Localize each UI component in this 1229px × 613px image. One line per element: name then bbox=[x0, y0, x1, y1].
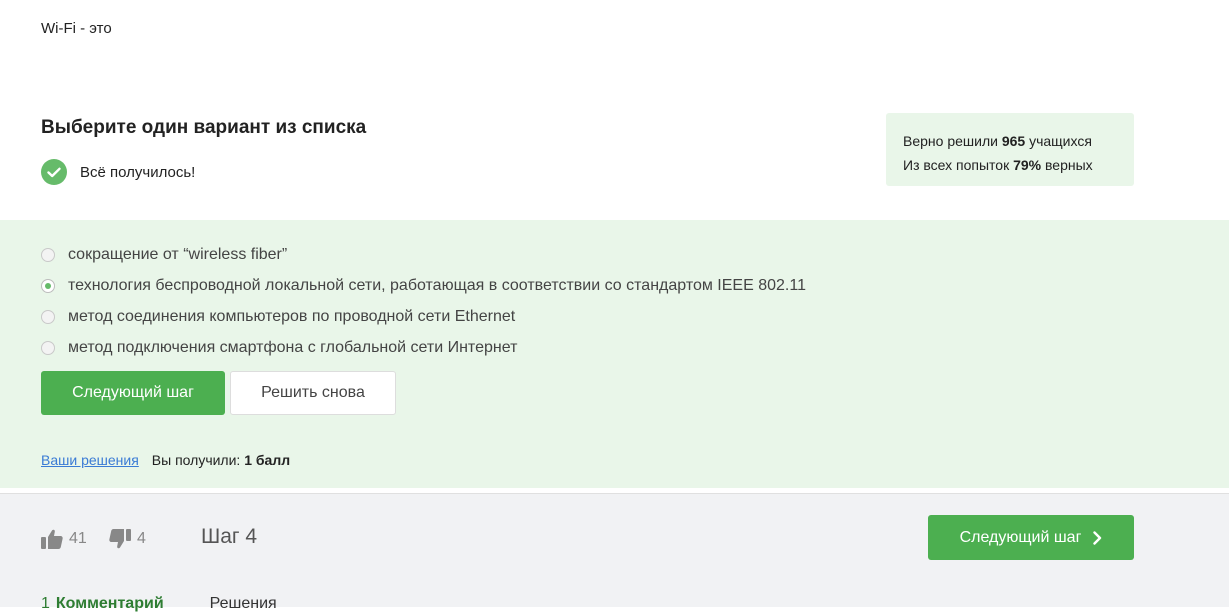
result-row: Ваши решения Вы получили: 1 балл bbox=[41, 452, 290, 468]
correct-percent: 79% bbox=[1013, 157, 1042, 173]
step-label: Шаг 4 bbox=[201, 525, 258, 548]
radio-button[interactable] bbox=[41, 247, 55, 262]
thumbs-up-icon bbox=[41, 529, 63, 549]
solved-count: 965 bbox=[1001, 133, 1026, 149]
question-text: Wi-Fi - это bbox=[41, 20, 112, 37]
radio-button[interactable] bbox=[41, 309, 55, 324]
status-row: Всё получилось! bbox=[41, 159, 195, 185]
prompt-title: Выберите один вариант из списка bbox=[41, 117, 367, 138]
check-circle-icon bbox=[41, 159, 67, 185]
option-label: метод соединения компьютеров по проводно… bbox=[68, 307, 516, 325]
stats-percent-prefix: Из всех попыток bbox=[903, 157, 1014, 173]
footer-next-step-label: Следующий шаг bbox=[959, 528, 1082, 546]
option-item[interactable]: сокращение от “wireless fiber” bbox=[41, 239, 806, 270]
option-label: сокращение от “wireless fiber” bbox=[68, 245, 288, 263]
stats-box: Верно решили 965 учащихся Из всех попыто… bbox=[886, 113, 1134, 186]
score-value: 1 балл bbox=[244, 452, 291, 468]
comments-count: 1 bbox=[41, 595, 50, 612]
radio-button[interactable] bbox=[41, 340, 55, 355]
chevron-right-icon bbox=[1093, 530, 1102, 545]
tab-comments-label: Комментарий bbox=[55, 595, 164, 612]
score-prefix: Вы получили: bbox=[151, 452, 245, 468]
status-text: Всё получилось! bbox=[80, 163, 196, 181]
dislike-button[interactable]: 4 bbox=[109, 529, 146, 549]
thumbs-down-icon bbox=[109, 529, 131, 549]
option-item[interactable]: метод соединения компьютеров по проводно… bbox=[41, 301, 806, 332]
tab-solutions[interactable]: Решения bbox=[210, 595, 277, 613]
retry-button[interactable]: Решить снова bbox=[230, 371, 396, 415]
step-footer: 41 4 Шаг 4 Следующий шаг 1 Комментарий Ре… bbox=[0, 493, 1229, 612]
option-label: метод подключения смартфона с глобальной… bbox=[68, 338, 518, 356]
stats-solved-suffix: учащихся bbox=[1025, 133, 1092, 149]
your-solutions-link[interactable]: Ваши решения bbox=[41, 452, 139, 468]
option-label: технология беспроводной локальной сети, … bbox=[68, 276, 806, 294]
discussion-tabs: 1 Комментарий Решения bbox=[41, 595, 277, 613]
next-step-button[interactable]: Следующий шаг bbox=[41, 371, 225, 415]
options-list: сокращение от “wireless fiber” технологи… bbox=[41, 239, 806, 363]
stats-percent-line: Из всех попыток 79% верных bbox=[903, 153, 1134, 177]
stats-solved-prefix: Верно решили bbox=[903, 133, 1002, 149]
option-item[interactable]: технология беспроводной локальной сети, … bbox=[41, 270, 806, 301]
radio-button-selected[interactable] bbox=[41, 278, 55, 293]
stats-percent-suffix: верных bbox=[1041, 157, 1093, 173]
tab-comments[interactable]: 1 Комментарий bbox=[41, 595, 164, 613]
like-button[interactable]: 41 bbox=[41, 529, 87, 549]
answer-panel: сокращение от “wireless fiber” технологи… bbox=[0, 220, 1229, 488]
footer-next-step-button[interactable]: Следующий шаг bbox=[928, 515, 1134, 560]
dislikes-count: 4 bbox=[137, 530, 146, 547]
likes-count: 41 bbox=[69, 530, 87, 547]
option-item[interactable]: метод подключения смартфона с глобальной… bbox=[41, 332, 806, 363]
stats-solved-line: Верно решили 965 учащихся bbox=[903, 129, 1134, 153]
